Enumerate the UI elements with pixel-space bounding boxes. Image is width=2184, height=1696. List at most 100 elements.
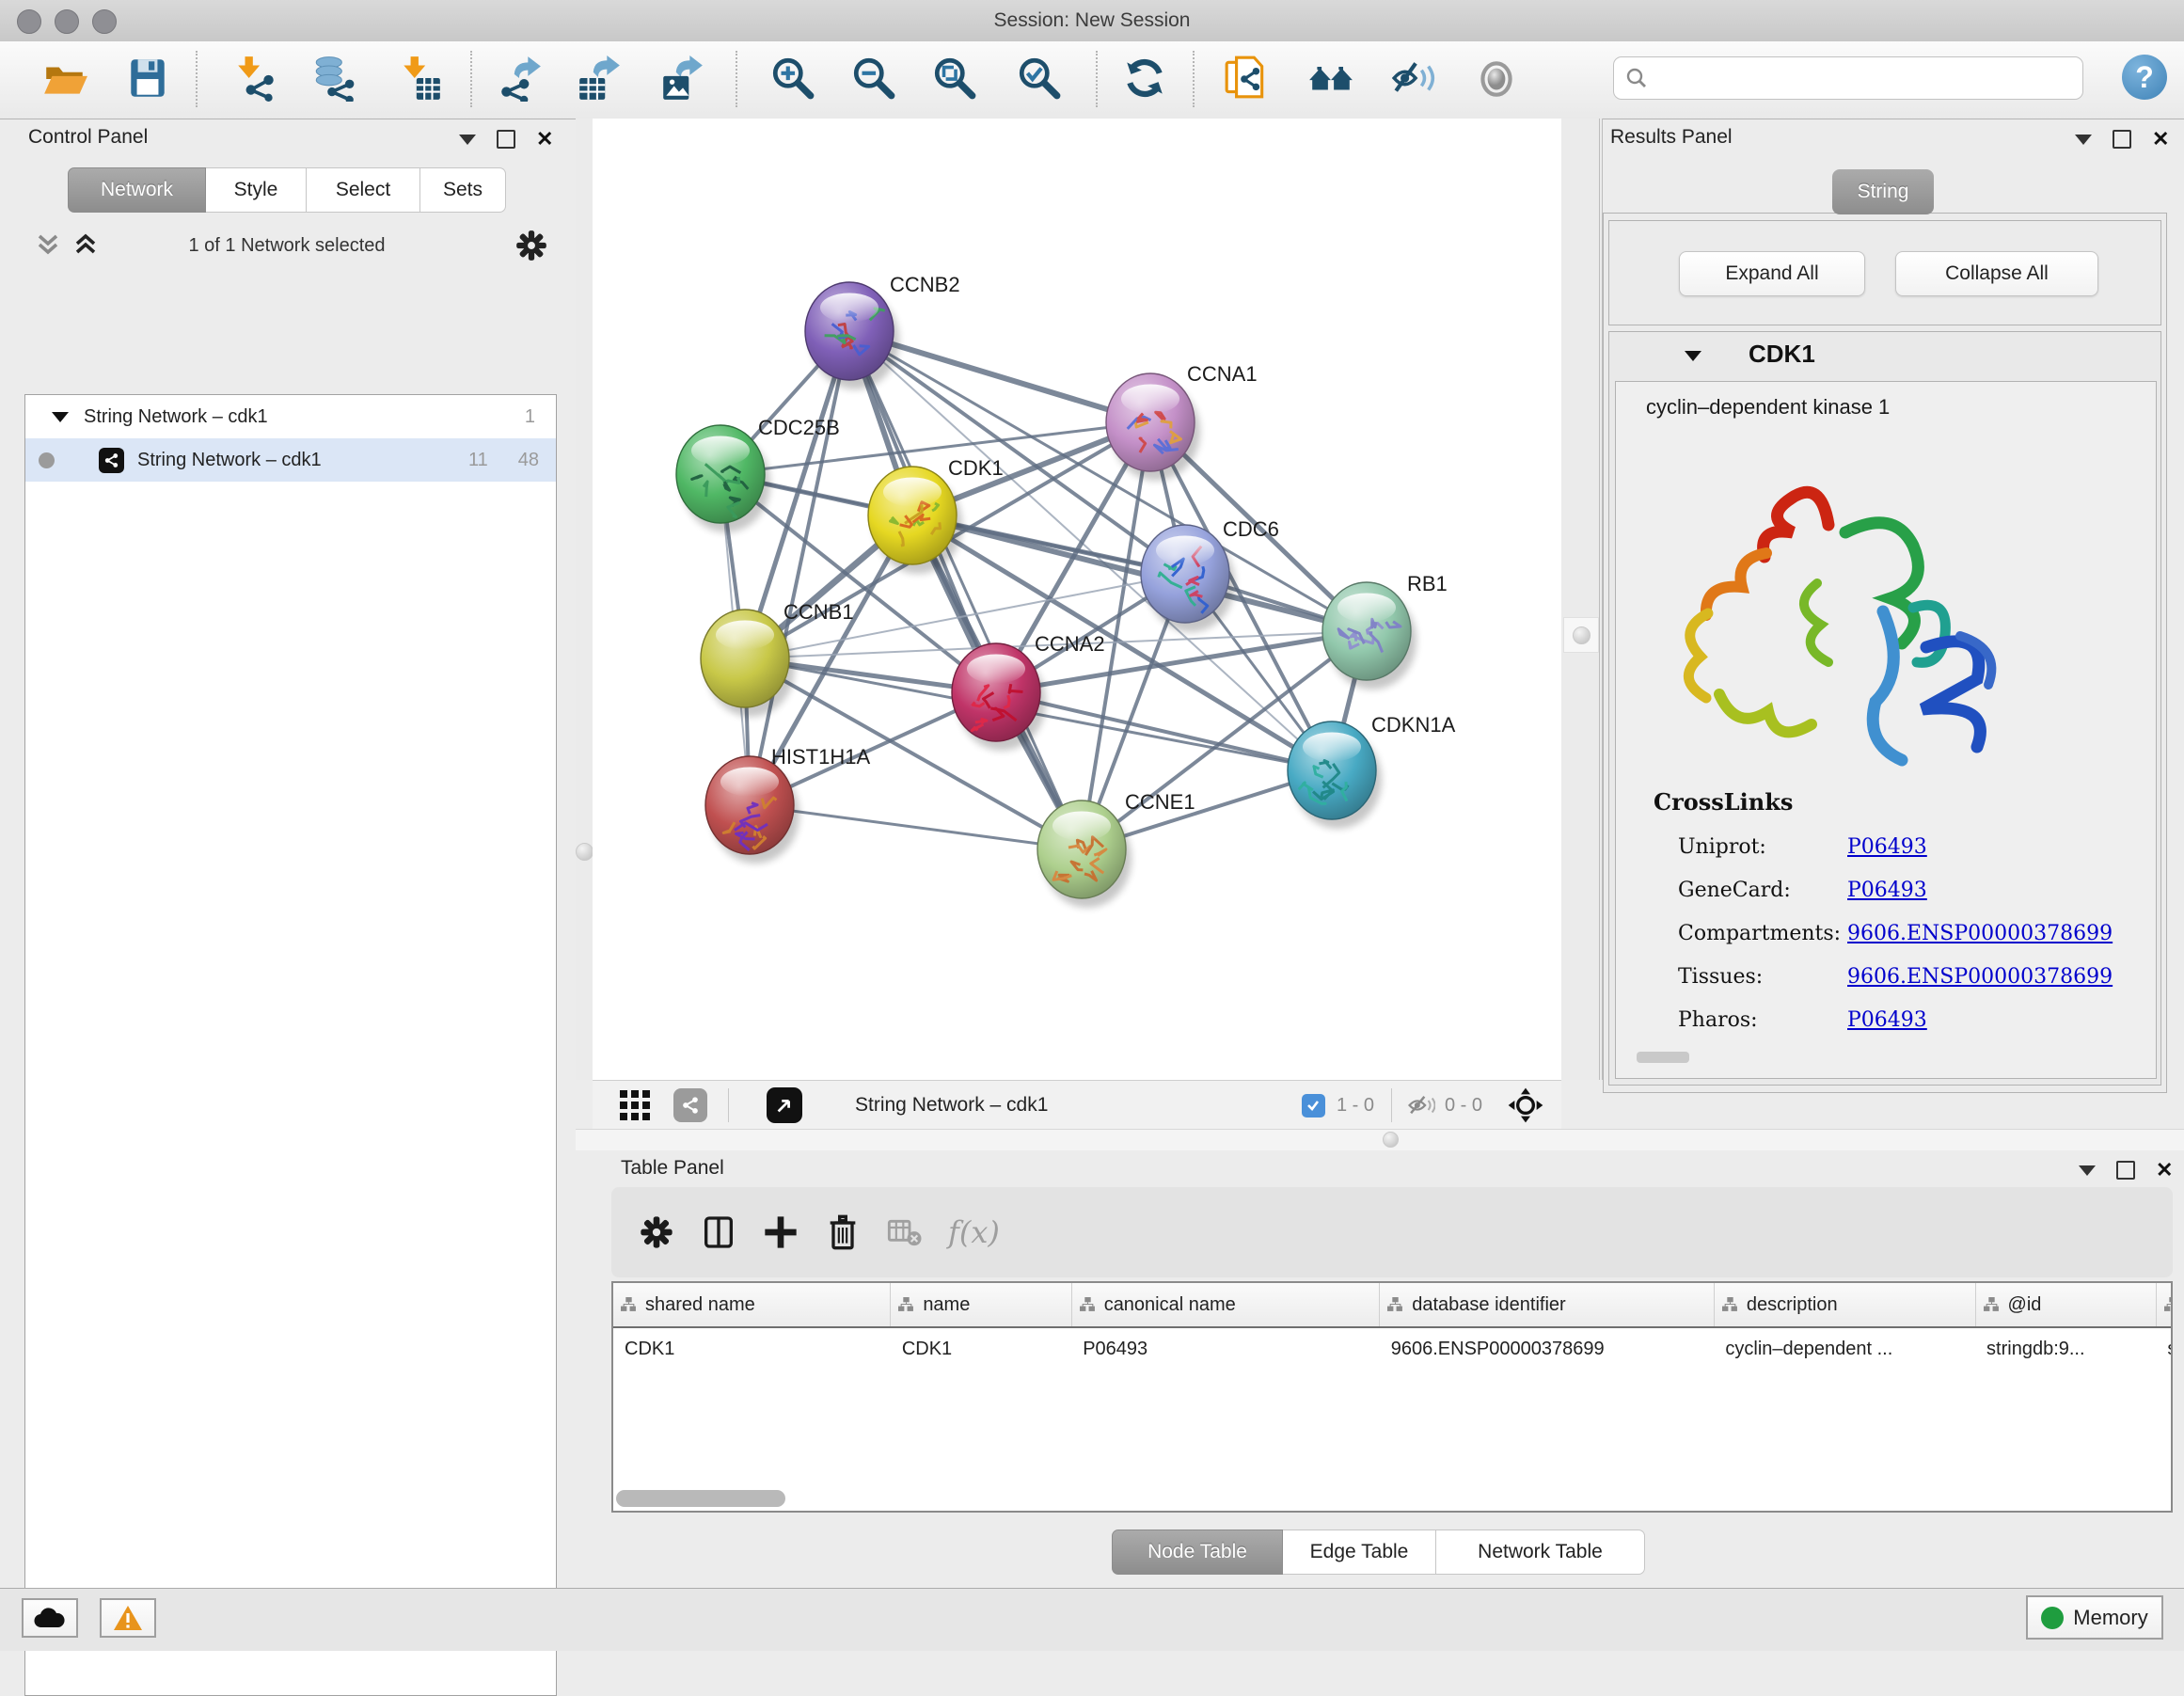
node-CDK1[interactable] — [868, 467, 962, 574]
refresh-icon[interactable] — [1121, 55, 1168, 102]
panel-menu-icon[interactable] — [459, 135, 476, 145]
homes-icon[interactable] — [1307, 55, 1354, 102]
string-network-graph[interactable]: CCNB2CCNA1CDC25BCDK1CDC6RB1CCNB1CCNA2CDK… — [593, 119, 1561, 1080]
tab-sets[interactable]: Sets — [420, 167, 506, 213]
table-row[interactable]: CDK1CDK1P064939606.ENSP00000378699cyclin… — [613, 1327, 2173, 1370]
add-column-icon[interactable] — [762, 1213, 799, 1251]
collapse-all-chevron-icon[interactable] — [34, 231, 62, 258]
results-scrollbar-stub[interactable] — [1637, 1052, 1689, 1063]
node-CCNA1[interactable] — [1106, 373, 1200, 481]
uniprot-link[interactable]: P06493 — [1847, 835, 1927, 859]
node-CDKN1A[interactable] — [1288, 721, 1382, 829]
right-splitter-handle-box[interactable] — [1563, 617, 1599, 653]
panel-float-icon[interactable] — [2113, 130, 2131, 149]
search-box[interactable] — [1613, 56, 2083, 100]
show-eye-icon[interactable] — [1473, 55, 1520, 102]
pharos-link[interactable]: P06493 — [1847, 1008, 1927, 1032]
column-header-name[interactable]: name — [891, 1283, 1071, 1327]
tab-network-table[interactable]: Network Table — [1436, 1530, 1645, 1575]
column-header-@id[interactable]: @id — [1975, 1283, 2156, 1327]
panel-float-icon[interactable] — [2116, 1161, 2135, 1180]
collection-expand-icon[interactable] — [52, 412, 69, 422]
table-cell[interactable]: 9606.ENSP00000378699 — [1380, 1327, 1715, 1370]
export-image-icon[interactable] — [658, 55, 705, 102]
share-document-icon[interactable] — [1223, 55, 1270, 102]
node-CCNB2[interactable] — [805, 282, 899, 389]
column-header-namespace[interactable]: namespace — [2156, 1283, 2173, 1327]
expand-all-chevron-icon[interactable] — [71, 231, 100, 258]
network-row-selected[interactable]: String Network – cdk1 11 48 — [25, 438, 556, 482]
table-cell[interactable]: P06493 — [1071, 1327, 1380, 1370]
node-CCNE1[interactable] — [1037, 800, 1132, 908]
left-splitter-handle[interactable] — [576, 843, 593, 861]
zoom-selected-icon[interactable] — [1016, 55, 1063, 102]
panel-close-icon[interactable]: ✕ — [2156, 1163, 2173, 1178]
column-header-canonical-name[interactable]: canonical name — [1071, 1283, 1380, 1327]
column-header-shared-name[interactable]: shared name — [613, 1283, 891, 1327]
collapse-all-button[interactable]: Collapse All — [1895, 251, 2098, 296]
panel-menu-icon[interactable] — [2079, 1165, 2096, 1176]
node-CDC6[interactable] — [1141, 525, 1235, 632]
table-cell[interactable]: CDK1 — [613, 1327, 891, 1370]
tab-network[interactable]: Network — [68, 167, 206, 213]
expand-all-button[interactable]: Expand All — [1679, 251, 1865, 296]
show-columns-icon[interactable] — [700, 1213, 737, 1251]
tab-edge-table[interactable]: Edge Table — [1283, 1530, 1436, 1575]
right-splitter-handle[interactable] — [1573, 626, 1591, 644]
panel-menu-icon[interactable] — [2075, 135, 2092, 145]
table-cell[interactable]: CDK1 — [891, 1327, 1071, 1370]
right-splitter[interactable] — [1561, 119, 1603, 1080]
horizontal-splitter-handle[interactable] — [1383, 1132, 1399, 1148]
network-collection-row[interactable]: String Network – cdk1 1 — [25, 395, 556, 438]
tab-node-table[interactable]: Node Table — [1112, 1530, 1283, 1575]
table-cell[interactable]: cyclin–dependent ... — [1714, 1327, 1975, 1370]
hidden-eye-slash-icon[interactable] — [1407, 1093, 1435, 1117]
panel-close-icon[interactable]: ✕ — [2152, 132, 2169, 147]
genecard-link[interactable]: P06493 — [1847, 879, 1927, 902]
column-header-database-identifier[interactable]: database identifier — [1380, 1283, 1715, 1327]
network-share-view-icon[interactable] — [673, 1088, 707, 1122]
birdseye-navigator-icon[interactable] — [1507, 1086, 1544, 1124]
search-input[interactable] — [1648, 67, 2082, 90]
node-RB1[interactable] — [1322, 582, 1416, 689]
zoom-in-icon[interactable] — [769, 55, 816, 102]
save-session-icon[interactable] — [124, 55, 171, 102]
panel-close-icon[interactable]: ✕ — [536, 132, 553, 147]
export-table-icon[interactable] — [576, 55, 623, 102]
tab-string[interactable]: String — [1832, 169, 1934, 214]
network-canvas[interactable]: CCNB2CCNA1CDC25BCDK1CDC6RB1CCNB1CCNA2CDK… — [593, 119, 1561, 1080]
help-button[interactable]: ? — [2122, 55, 2167, 100]
zoom-fit-icon[interactable] — [931, 55, 978, 102]
tab-select[interactable]: Select — [307, 167, 420, 213]
memory-button[interactable]: Memory — [2026, 1595, 2163, 1640]
node-CCNA2[interactable] — [952, 643, 1046, 751]
tab-style[interactable]: Style — [206, 167, 307, 213]
tissues-link[interactable]: 9606.ENSP00000378699 — [1847, 965, 2113, 989]
detach-view-icon[interactable] — [767, 1087, 802, 1123]
network-options-gear-icon[interactable] — [514, 228, 549, 263]
node-HIST1H1A[interactable] — [705, 756, 799, 864]
panel-float-icon[interactable] — [497, 130, 515, 149]
node-table[interactable]: shared namenamecanonical namedatabase id… — [611, 1281, 2173, 1513]
grid-view-icon[interactable] — [619, 1089, 651, 1121]
import-network-icon[interactable] — [233, 55, 280, 102]
table-horizontal-scrollbar[interactable] — [616, 1490, 785, 1507]
open-session-icon[interactable] — [41, 55, 88, 102]
zoom-out-icon[interactable] — [850, 55, 897, 102]
import-network-from-database-icon[interactable] — [310, 55, 357, 102]
hide-panels-icon[interactable] — [1390, 55, 1437, 102]
table-settings-gear-icon[interactable] — [638, 1213, 675, 1251]
table-cell[interactable]: stringdb — [2156, 1327, 2173, 1370]
export-network-icon[interactable] — [497, 55, 544, 102]
cloud-status-button[interactable] — [22, 1598, 78, 1638]
delete-column-icon[interactable] — [824, 1213, 862, 1251]
left-splitter[interactable] — [576, 119, 593, 1080]
column-header-description[interactable]: description — [1714, 1283, 1975, 1327]
selected-checkbox-icon[interactable] — [1302, 1094, 1325, 1117]
table-cell[interactable]: stringdb:9... — [1975, 1327, 2156, 1370]
gene-expand-icon[interactable] — [1685, 351, 1701, 361]
warnings-button[interactable] — [100, 1598, 156, 1638]
compartments-link[interactable]: 9606.ENSP00000378699 — [1847, 922, 2113, 945]
import-table-icon[interactable] — [397, 55, 444, 102]
node-CDC25B[interactable] — [676, 425, 770, 532]
